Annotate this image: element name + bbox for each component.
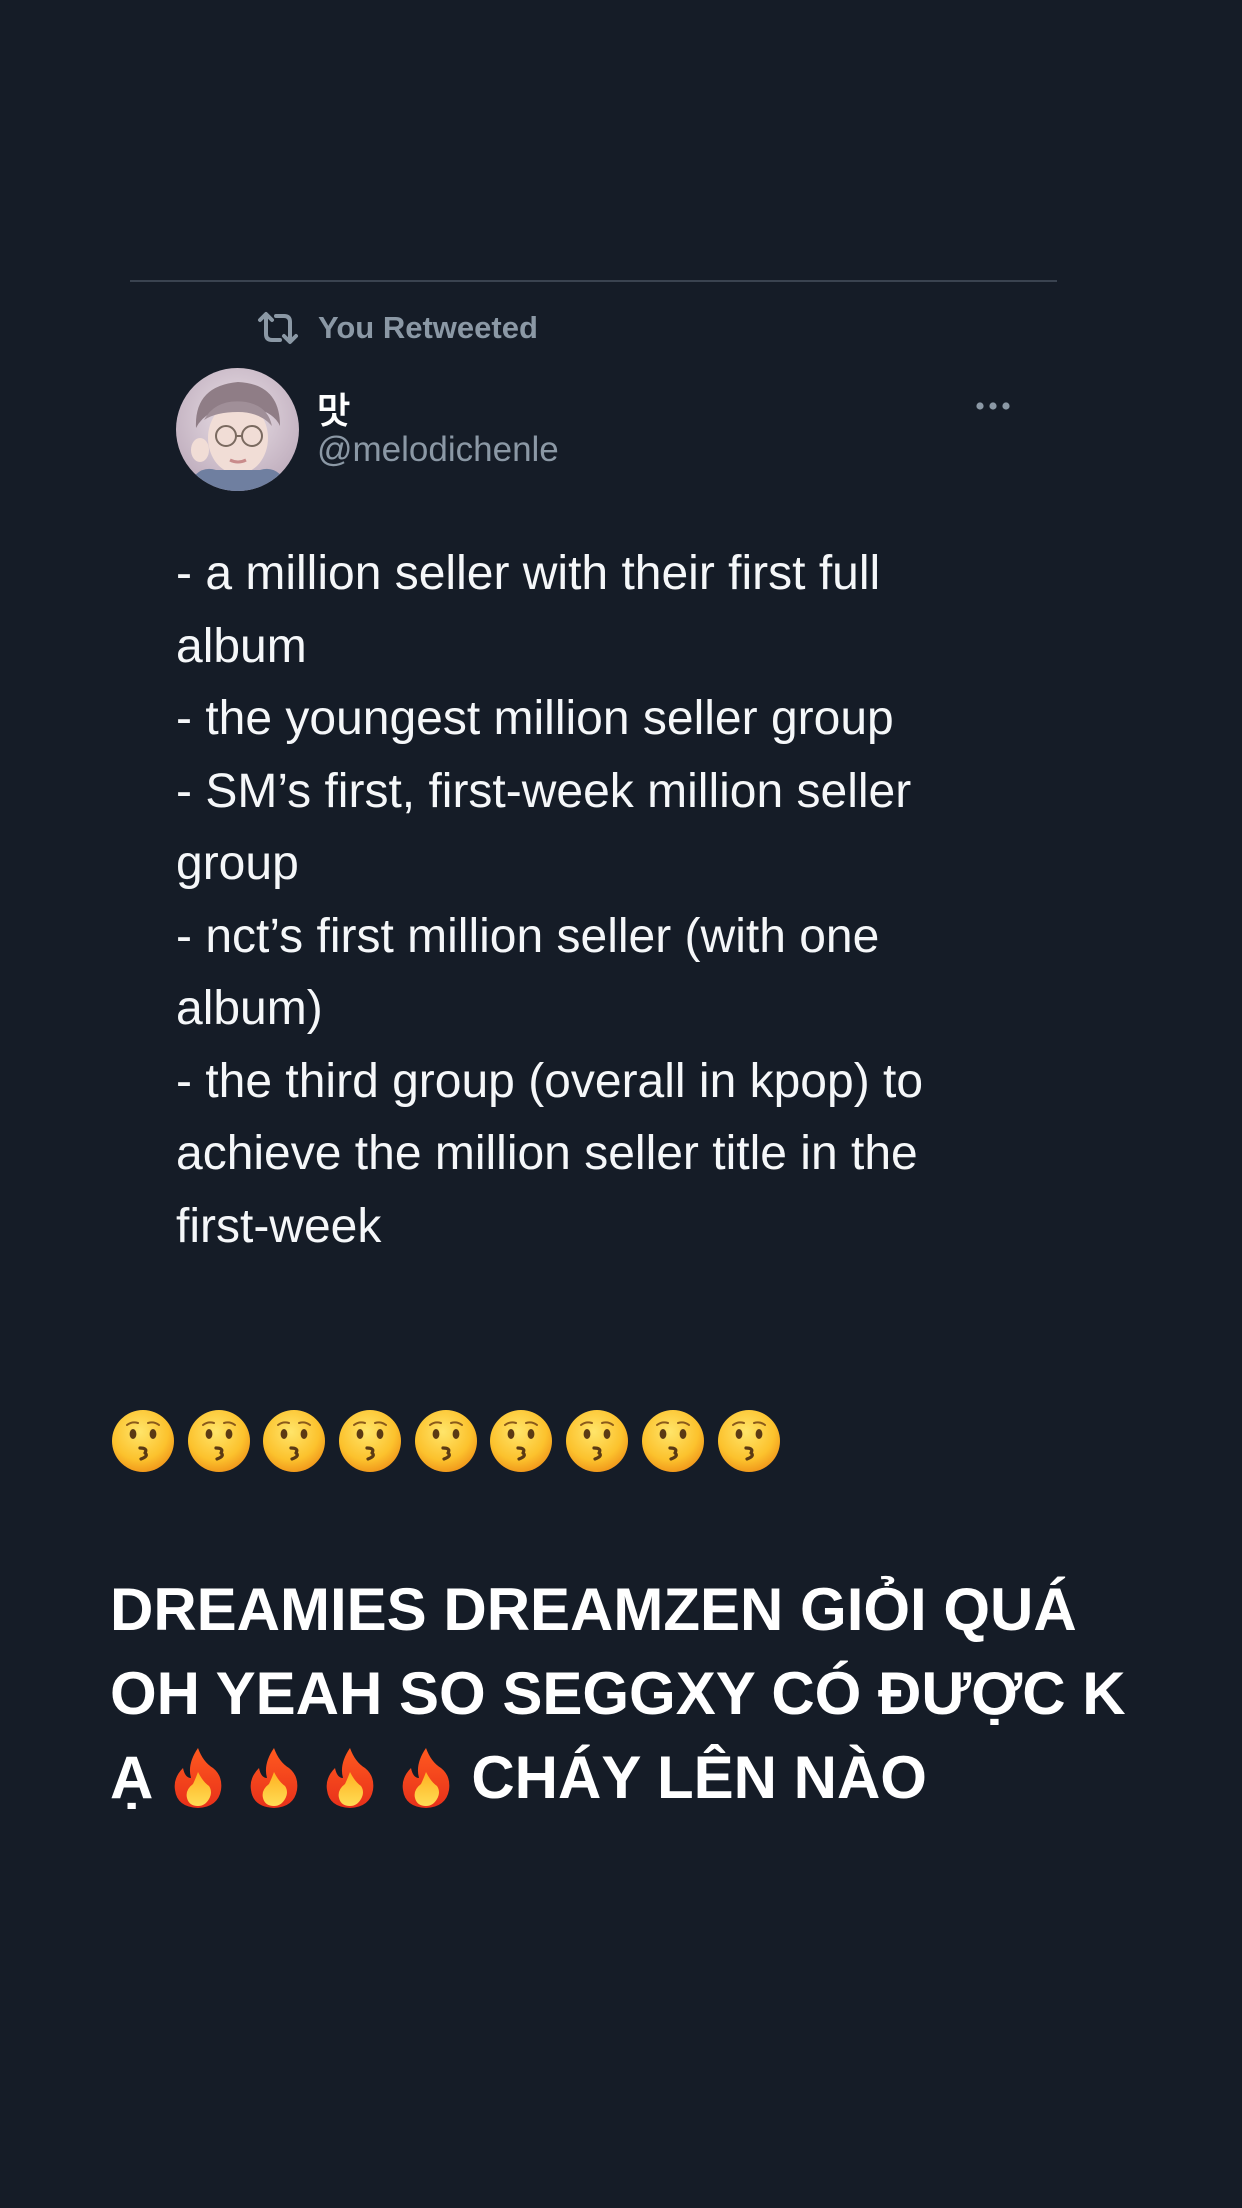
fire-emoji <box>251 1748 298 1808</box>
tweet-line: achieve the million seller title in the <box>176 1127 918 1180</box>
fire-emoji <box>327 1748 374 1808</box>
caption-line-3: Ạ CHÁY LÊN NÀO <box>110 1736 1170 1820</box>
caption-line-1: DREAMIES DREAMZEN GIỎI QUÁ <box>110 1576 1077 1643</box>
tweet-text: - a million seller with their first full… <box>176 538 996 1263</box>
tweet-line: - the third group (overall in kpop) to <box>176 1054 924 1108</box>
tweet-line: album) <box>176 982 323 1035</box>
more-options-icon[interactable] <box>975 392 1011 420</box>
caption-line-3-start: Ạ <box>110 1744 154 1811</box>
kissing-face-emoji <box>414 1410 477 1472</box>
tweet-line: - nct’s first million seller (with one <box>176 909 880 963</box>
kissing-face-emoji <box>339 1410 402 1472</box>
fire-emoji <box>403 1748 450 1808</box>
tweet-line: group <box>176 837 299 890</box>
caption: DREAMIES DREAMZEN GIỎI QUÁ OH YEAH SO SE… <box>110 1568 1170 1820</box>
retweet-label: You Retweeted <box>318 310 538 345</box>
tweet-line: - SM’s first, first-week million seller <box>176 764 912 818</box>
kissing-face-emoji <box>566 1410 629 1472</box>
tweet-line: first-week <box>176 1199 382 1253</box>
kissing-face-emoji <box>112 1410 174 1472</box>
kissing-face-emoji <box>263 1410 326 1472</box>
fire-emoji <box>175 1748 222 1808</box>
emoji-row <box>110 1408 791 1474</box>
kissing-face-emoji <box>187 1410 250 1472</box>
caption-line-3-end: CHÁY LÊN NÀO <box>471 1744 927 1811</box>
kissing-face-emoji <box>717 1410 780 1472</box>
avatar[interactable] <box>176 368 299 491</box>
avatar-image <box>176 368 299 491</box>
tweet-line: - the youngest million seller group <box>176 692 894 745</box>
display-name[interactable]: 맛 <box>317 382 350 434</box>
kissing-face-emoji <box>641 1410 704 1472</box>
tweet-divider <box>130 280 1057 282</box>
tweet-line: album <box>176 619 307 673</box>
retweet-icon <box>258 312 298 344</box>
tweet-line: - a million seller with their first full <box>176 547 881 600</box>
retweet-indicator: You Retweeted <box>256 308 538 348</box>
kissing-face-emoji <box>490 1410 553 1472</box>
user-handle[interactable]: @melodichenle <box>317 430 559 470</box>
caption-line-2: OH YEAH SO SEGGXY CÓ ĐƯỢC K <box>110 1660 1126 1727</box>
fire-emoji-group <box>153 1746 457 1810</box>
